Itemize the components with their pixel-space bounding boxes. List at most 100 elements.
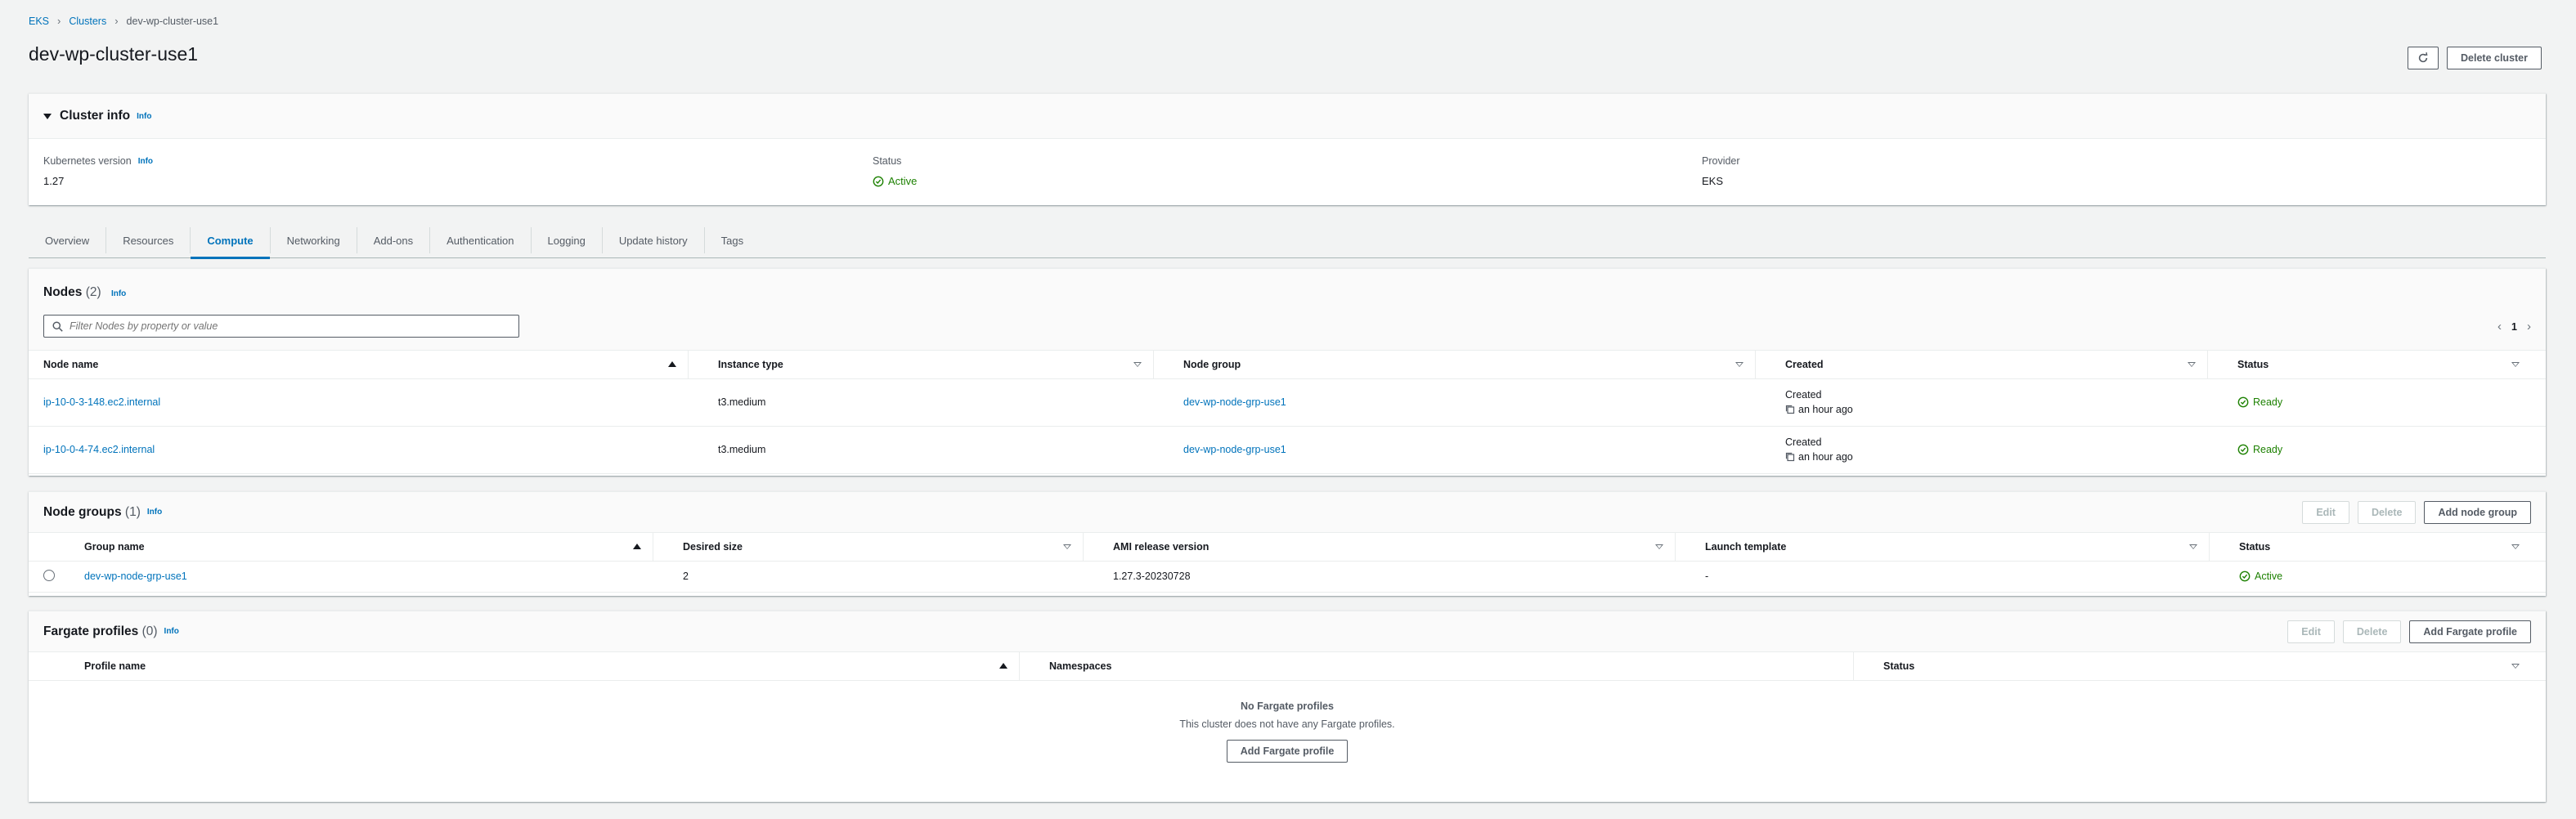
copy-icon[interactable] [1785, 405, 1795, 414]
tab-resources[interactable]: Resources [106, 227, 191, 253]
node-group-link[interactable]: dev-wp-node-grp-use1 [1183, 444, 1286, 455]
col-launch-template[interactable]: Launch template [1690, 533, 2224, 562]
col-status[interactable]: Status [1869, 652, 2546, 681]
tab-tags[interactable]: Tags [705, 227, 760, 253]
col-group-name[interactable]: Group name [70, 533, 668, 562]
node-group-status: Active [2255, 571, 2283, 582]
sort-desc-icon [1655, 544, 1663, 549]
empty-subtitle: This cluster does not have any Fargate p… [1179, 718, 1395, 730]
chevron-right-icon: › [57, 15, 61, 27]
col-created[interactable]: Created [1770, 351, 2223, 379]
nodes-filter-input[interactable] [70, 320, 511, 332]
col-status[interactable]: Status [2224, 533, 2546, 562]
refresh-button[interactable] [2408, 47, 2439, 69]
kubernetes-version-label: Kubernetes version [43, 155, 132, 167]
fargate-empty-state: No Fargate profiles This cluster does no… [29, 681, 2546, 763]
node-groups-panel: Node groups (1) Info Edit Delete Add nod… [29, 491, 2546, 596]
kubernetes-version-value: 1.27 [43, 175, 65, 187]
kubernetes-version: Kubernetes version Info 1.27 [43, 155, 873, 187]
tab-bar: Overview Resources Compute Networking Ad… [29, 222, 2546, 259]
col-ami-release-version[interactable]: AMI release version [1098, 533, 1690, 562]
nodes-count: (2) [85, 285, 101, 299]
add-fargate-profile-button[interactable]: Add Fargate profile [2409, 620, 2531, 643]
cluster-info-info-link[interactable]: Info [137, 112, 151, 121]
delete-fargate-button[interactable]: Delete [2342, 620, 2402, 643]
node-groups-count: (1) [124, 504, 141, 519]
nodes-panel: Nodes (2) Info ‹ 1 › Node name Instance … [29, 268, 2546, 476]
node-groups-table: Group name Desired size AMI release vers… [29, 533, 2546, 593]
provider-value: EKS [1702, 175, 1724, 187]
col-node-name[interactable]: Node name [29, 351, 703, 379]
fargate-count: (0) [141, 624, 158, 638]
row-select-radio[interactable] [43, 569, 55, 581]
created-label: Created [1785, 436, 1822, 448]
node-groups-info-link[interactable]: Info [147, 508, 162, 517]
tab-networking[interactable]: Networking [271, 227, 357, 253]
current-page[interactable]: 1 [2511, 321, 2517, 333]
sort-asc-icon [668, 361, 676, 368]
cluster-info-panel: Cluster info Info Kubernetes version Inf… [29, 93, 2546, 205]
prev-page-icon[interactable]: ‹ [2497, 320, 2502, 333]
check-circle-icon [2237, 396, 2249, 408]
sort-desc-icon [1735, 361, 1744, 367]
col-status[interactable]: Status [2223, 351, 2546, 379]
fargate-title: Fargate profiles (0) [43, 624, 158, 638]
kubernetes-version-info-link[interactable]: Info [138, 157, 153, 166]
status-label: Status [873, 155, 902, 167]
delete-cluster-button[interactable]: Delete cluster [2447, 47, 2542, 69]
node-name-link[interactable]: ip-10-0-3-148.ec2.internal [43, 396, 160, 408]
tab-update-history[interactable]: Update history [603, 227, 705, 253]
provider-label: Provider [1702, 155, 1740, 167]
nodes-filter[interactable] [43, 315, 519, 338]
tab-logging[interactable]: Logging [532, 227, 603, 253]
col-profile-name[interactable]: Profile name [70, 652, 1034, 681]
sort-desc-icon [2188, 361, 2196, 367]
cluster-info-header[interactable]: Cluster info Info [29, 94, 2546, 139]
tab-add-ons[interactable]: Add-ons [357, 227, 431, 253]
created-label: Created [1785, 389, 1822, 401]
node-group-link[interactable]: dev-wp-node-grp-use1 [1183, 396, 1286, 408]
created-value: an hour ago [1798, 404, 1853, 415]
nodes-title: Nodes (2) [43, 285, 101, 299]
caret-down-icon[interactable] [43, 113, 52, 119]
breadcrumb-eks[interactable]: EKS [29, 16, 49, 27]
col-node-group[interactable]: Node group [1169, 351, 1770, 379]
node-status: Ready [2253, 396, 2283, 408]
node-groups-title: Node groups (1) [43, 504, 141, 519]
col-desired-size[interactable]: Desired size [668, 533, 1098, 562]
tab-compute[interactable]: Compute [191, 227, 271, 259]
table-row: ip-10-0-4-74.ec2.internal t3.medium dev-… [29, 426, 2546, 474]
col-namespaces[interactable]: Namespaces [1034, 652, 1869, 681]
empty-title: No Fargate profiles [1241, 700, 1334, 712]
next-page-icon[interactable]: › [2527, 320, 2531, 333]
delete-node-group-button[interactable]: Delete [2357, 501, 2417, 524]
header-actions: Delete cluster [2408, 47, 2542, 69]
node-name-link[interactable]: ip-10-0-4-74.ec2.internal [43, 444, 155, 455]
sort-desc-icon [2511, 544, 2520, 549]
fargate-info-link[interactable]: Info [164, 627, 179, 636]
add-fargate-profile-empty-button[interactable]: Add Fargate profile [1226, 739, 1349, 763]
tab-authentication[interactable]: Authentication [430, 227, 532, 253]
sort-desc-icon [1063, 544, 1071, 549]
breadcrumb-clusters[interactable]: Clusters [69, 16, 106, 27]
edit-node-group-button[interactable]: Edit [2302, 501, 2349, 524]
instance-type: t3.medium [703, 426, 1169, 474]
status-value: Active [888, 175, 918, 187]
created-value: an hour ago [1798, 451, 1853, 463]
edit-fargate-button[interactable]: Edit [2287, 620, 2335, 643]
nodes-table: Node name Instance type Node group Creat… [29, 351, 2546, 474]
breadcrumb: EKS › Clusters › dev-wp-cluster-use1 [29, 15, 218, 27]
node-group-name-link[interactable]: dev-wp-node-grp-use1 [84, 571, 187, 582]
sort-asc-icon [999, 663, 1008, 669]
sort-desc-icon [1133, 361, 1142, 367]
ami-release-version: 1.27.3-20230728 [1098, 561, 1690, 593]
desired-size: 2 [668, 561, 1098, 593]
check-circle-icon [2237, 444, 2249, 455]
refresh-icon [2418, 52, 2428, 63]
copy-icon[interactable] [1785, 452, 1795, 462]
tab-overview[interactable]: Overview [29, 227, 107, 253]
col-instance-type[interactable]: Instance type [703, 351, 1169, 379]
add-node-group-button[interactable]: Add node group [2424, 501, 2531, 524]
table-row: ip-10-0-3-148.ec2.internal t3.medium dev… [29, 378, 2546, 427]
nodes-info-link[interactable]: Info [111, 289, 126, 298]
